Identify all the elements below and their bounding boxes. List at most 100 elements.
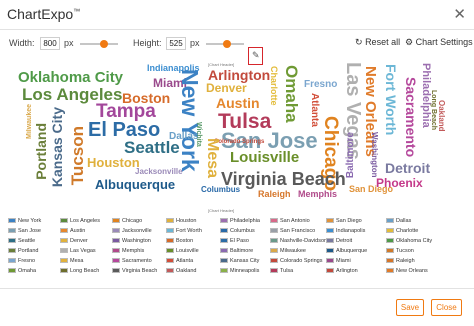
legend-item[interactable]: Arlington	[326, 268, 358, 274]
cloud-word-albuquerque[interactable]: Albuquerque	[95, 178, 175, 191]
cloud-word-sacramento[interactable]: Sacramento	[403, 77, 419, 157]
legend-item[interactable]: Milwaukee	[270, 248, 306, 254]
cloud-word-charlotte[interactable]: Charlotte	[269, 66, 279, 106]
cloud-word-omaha[interactable]: Omaha	[282, 65, 301, 123]
height-slider-knob[interactable]	[222, 40, 231, 48]
legend-item[interactable]: Oklahoma City	[386, 238, 432, 244]
cloud-word-oakland[interactable]: Oakland	[437, 100, 446, 132]
legend-item[interactable]: Las Vegas	[60, 248, 96, 254]
height-slider[interactable]	[206, 40, 244, 48]
legend-item[interactable]: Long Beach	[60, 268, 99, 274]
width-slider-knob[interactable]	[99, 40, 108, 48]
legend-item[interactable]: Memphis	[112, 248, 144, 254]
legend-item[interactable]: Houston	[166, 218, 197, 224]
cloud-word-mesa[interactable]: Mesa	[204, 138, 221, 178]
cloud-word-san-diego[interactable]: San Diego	[349, 185, 393, 194]
cloud-word-austin[interactable]: Austin	[216, 96, 260, 110]
legend-label: Columbus	[230, 228, 255, 234]
legend-label: Los Angeles	[70, 218, 100, 224]
legend-item[interactable]: Los Angeles	[60, 218, 100, 224]
legend-label: Virginia Beach	[122, 268, 158, 274]
save-button[interactable]: Save	[396, 299, 424, 316]
legend-item[interactable]: Fresno	[8, 258, 35, 264]
cloud-word-baltimore[interactable]: Baltimore	[345, 132, 356, 178]
chart-settings-button[interactable]: ⚙ Chart Settings	[405, 37, 473, 48]
cloud-word-fresno[interactable]: Fresno	[304, 80, 337, 90]
chart-header-placeholder-bottom[interactable]: [Chart Header]	[208, 208, 234, 213]
legend-item[interactable]: Miami	[326, 258, 351, 264]
cloud-word-colorado-springs[interactable]: Colorado Springs	[214, 139, 264, 145]
cloud-word-denver[interactable]: Denver	[206, 82, 247, 94]
legend-item[interactable]: Colorado Springs	[270, 258, 323, 264]
width-slider[interactable]	[80, 40, 118, 48]
legend-item[interactable]: Boston	[166, 238, 193, 244]
cloud-word-fort-worth[interactable]: Fort Worth	[383, 64, 399, 135]
cloud-word-long-beach[interactable]: Long Beach	[430, 90, 437, 130]
legend-item[interactable]: Minneapolis	[220, 268, 259, 274]
legend-swatch	[270, 238, 278, 244]
cloud-word-atlanta[interactable]: Atlanta	[309, 93, 320, 127]
legend-item[interactable]: New York	[8, 218, 41, 224]
legend-item[interactable]: Louisville	[166, 248, 199, 254]
close-button[interactable]: Close	[431, 299, 462, 316]
legend-item[interactable]: Austin	[60, 228, 85, 234]
cloud-word-washington[interactable]: Washington	[370, 132, 379, 177]
legend-item[interactable]: Oakland	[166, 268, 197, 274]
cloud-word-detroit[interactable]: Detroit	[385, 161, 430, 175]
legend-swatch	[112, 238, 120, 244]
cloud-word-memphis[interactable]: Memphis	[298, 190, 337, 199]
cloud-word-new-york[interactable]: New York	[177, 69, 203, 172]
legend-item[interactable]: Dallas	[386, 218, 411, 224]
legend-item[interactable]: Indianapolis	[326, 228, 365, 234]
legend-item[interactable]: Detroit	[326, 238, 352, 244]
reset-all-button[interactable]: ↻ Reset all	[355, 37, 400, 48]
cloud-word-jacksonville[interactable]: Jacksonville	[135, 168, 183, 176]
legend-item[interactable]: Omaha	[8, 268, 36, 274]
legend-item[interactable]: Tucson	[386, 248, 414, 254]
height-input[interactable]: 525	[166, 37, 186, 50]
legend-item[interactable]: Columbus	[220, 228, 255, 234]
legend-item[interactable]: San Antonio	[270, 218, 310, 224]
legend-item[interactable]: San Francisco	[270, 228, 315, 234]
cloud-word-raleigh[interactable]: Raleigh	[258, 190, 291, 199]
legend-item[interactable]: Philadelphia	[220, 218, 260, 224]
legend-item[interactable]: Albuquerque	[326, 248, 367, 254]
legend-item[interactable]: Fort Worth	[166, 228, 202, 234]
legend-item[interactable]: New Orleans	[386, 268, 428, 274]
legend-item[interactable]: Baltimore	[220, 248, 253, 254]
width-input[interactable]: 800	[40, 37, 60, 50]
cloud-word-arlington[interactable]: Arlington	[208, 68, 270, 82]
legend-item[interactable]: Raleigh	[386, 258, 415, 264]
cloud-word-louisville[interactable]: Louisville	[230, 150, 299, 165]
legend-item[interactable]: Sacramento	[112, 258, 152, 264]
cloud-word-columbus[interactable]: Columbus	[201, 186, 240, 194]
cloud-word-houston[interactable]: Houston	[87, 156, 140, 169]
legend-item[interactable]: Tulsa	[270, 268, 293, 274]
legend-item[interactable]: Seattle	[8, 238, 35, 244]
cloud-word-oklahoma-city[interactable]: Oklahoma City	[18, 70, 123, 85]
legend-item[interactable]: Kansas City	[220, 258, 259, 264]
legend-item[interactable]: Portland	[8, 248, 39, 254]
dialog-titlebar: ChartExpo™ ✕	[0, 0, 474, 30]
legend-item[interactable]: Chicago	[112, 218, 142, 224]
cloud-word-tucson[interactable]: Tucson	[68, 126, 87, 185]
legend-item[interactable]: Virginia Beach	[112, 268, 157, 274]
legend-item[interactable]: Atlanta	[166, 258, 193, 264]
legend-item[interactable]: Charlotte	[386, 228, 418, 234]
cloud-word-portland[interactable]: Portland	[33, 123, 49, 180]
legend-label: Oakland	[176, 268, 197, 274]
legend-item[interactable]: Jacksonville	[112, 228, 152, 234]
legend-item[interactable]: Mesa	[60, 258, 83, 264]
legend-item[interactable]: San Diego	[326, 218, 362, 224]
cloud-word-el-paso[interactable]: El Paso	[88, 120, 160, 140]
legend-item[interactable]: Denver	[60, 238, 88, 244]
cloud-word-kansas-city[interactable]: Kansas City	[49, 107, 65, 187]
legend-item[interactable]: Nashville-Davidson	[270, 238, 327, 244]
close-icon[interactable]: ✕	[453, 5, 466, 23]
legend-item[interactable]: El Paso	[220, 238, 249, 244]
cloud-word-milwaukee[interactable]: Milwaukee	[26, 104, 33, 139]
legend-item[interactable]: Washington	[112, 238, 151, 244]
legend-swatch	[8, 218, 16, 224]
cloud-word-wichita[interactable]: Wichita	[195, 122, 202, 147]
legend-item[interactable]: San Jose	[8, 228, 41, 234]
